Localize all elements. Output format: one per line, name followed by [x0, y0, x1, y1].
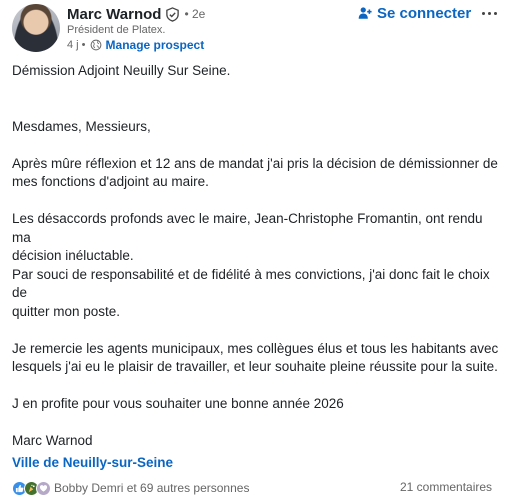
post-paragraph: Les désaccords profonds avec le maire, J… — [12, 211, 490, 319]
post-signature: Marc Warnod — [12, 433, 93, 448]
reactions-text: Bobby Demri et 69 autres personnes — [54, 481, 250, 495]
author-headline: Président de Platex. — [67, 24, 166, 36]
connect-button[interactable]: Se connecter — [358, 3, 471, 23]
ellipsis-icon — [481, 11, 485, 15]
post-greeting: Mesdames, Messieurs, — [12, 118, 151, 134]
comments-count[interactable]: 21 commentaires — [400, 480, 492, 496]
post-meta: 4 j • Manage prospect — [67, 38, 204, 52]
author-name-row: Marc Warnod • 2e — [67, 4, 205, 24]
mention-link[interactable]: Ville de Neuilly-sur-Seine — [12, 455, 173, 470]
post-paragraph: J en profite pour vous souhaiter une bon… — [12, 396, 344, 411]
post-title: Démission Adjoint Neuilly Sur Seine. — [12, 63, 231, 78]
connection-degree: • 2e — [184, 7, 206, 21]
globe-icon — [90, 39, 101, 51]
reactions-summary[interactable]: Bobby Demri et 69 autres personnes — [12, 480, 249, 496]
add-person-icon — [358, 7, 372, 19]
connect-label: Se connecter — [377, 4, 472, 22]
manage-prospect-link[interactable]: Manage prospect — [106, 38, 205, 52]
more-options-button[interactable] — [478, 3, 500, 23]
post-content: Démission Adjoint Neuilly Sur Seine. Mes… — [12, 62, 502, 451]
post-paragraph: Après mûre réflexion et 12 ans de mandat… — [12, 155, 498, 190]
author-avatar[interactable] — [12, 4, 60, 52]
verified-shield-icon — [166, 6, 180, 22]
post-paragraph: Je remercie les agents municipaux, mes c… — [12, 340, 499, 375]
author-name[interactable]: Marc Warnod — [67, 6, 161, 23]
reaction-icons — [12, 480, 51, 496]
post-header: Marc Warnod • 2e Président de Platex. 4 … — [0, 0, 511, 58]
support-icon — [36, 480, 51, 496]
post-time: 4 j • — [67, 39, 86, 51]
